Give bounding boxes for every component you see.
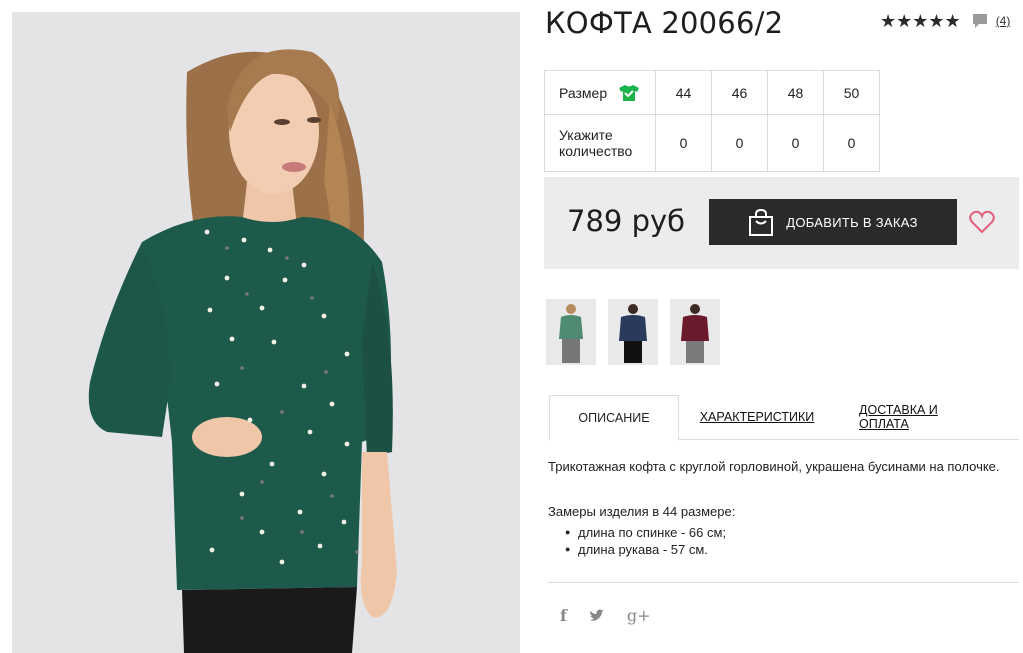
social-share: f g+	[560, 606, 651, 625]
color-thumbnails	[546, 299, 720, 365]
description-text: Трикотажная кофта с круглой горловиной, …	[548, 459, 1000, 474]
size-option[interactable]: 44	[655, 70, 712, 115]
measurements-list: длина по спинке - 66 см; длина рукава - …	[548, 524, 1018, 558]
thumbnail-green[interactable]	[546, 299, 596, 365]
tab-description[interactable]: ОПИСАНИЕ	[549, 395, 679, 441]
product-main-photo[interactable]	[12, 12, 520, 653]
size-option[interactable]: 48	[767, 70, 824, 115]
quantity-label-line-1: Укажите	[559, 127, 613, 143]
quantity-input[interactable]: 0	[655, 114, 712, 172]
measurement-item: длина по спинке - 66 см;	[565, 524, 1018, 541]
section-divider	[548, 582, 1019, 583]
price-bar: 789 руб ДОБАВИТЬ В ЗАКАЗ	[544, 177, 1019, 269]
quantity-label-line-2: количество	[559, 143, 633, 159]
thumbnail-navy[interactable]	[608, 299, 658, 365]
tab-characteristics[interactable]: ХАРАКТЕРИСТИКИ	[699, 395, 815, 439]
thumbnail-image	[619, 304, 647, 363]
size-row: Размер 44 46 48 50	[544, 70, 880, 115]
product-info-tabs: ОПИСАНИЕ ХАРАКТЕРИСТИКИ ДОСТАВКА И ОПЛАТ…	[549, 395, 1019, 441]
product-price: 789 руб	[567, 204, 686, 238]
size-label: Размер	[559, 84, 608, 101]
tab-delivery-payment[interactable]: ДОСТАВКА И ОПЛАТА	[859, 395, 985, 439]
thumbnail-image	[559, 304, 583, 363]
measurements-title: Замеры изделия в 44 размере:	[548, 504, 736, 519]
measurement-item: длина рукава - 57 см.	[565, 541, 1018, 558]
description-panel: Трикотажная кофта с круглой горловиной, …	[548, 458, 1018, 558]
facebook-icon[interactable]: f	[560, 606, 567, 625]
rating-stars[interactable]: ★★★★★	[880, 12, 961, 30]
product-title: КОФТА 20066/2	[545, 6, 784, 40]
heart-icon[interactable]	[968, 208, 996, 236]
thumbnail-burgundy[interactable]	[670, 299, 720, 365]
add-to-order-label: ДОБАВИТЬ В ЗАКАЗ	[786, 214, 918, 230]
quantity-row: Укажите количество 0 0 0 0	[544, 114, 880, 172]
rating-block[interactable]: ★★★★★ (4)	[880, 12, 1010, 30]
google-plus-icon[interactable]: g+	[627, 606, 651, 625]
model-photo-image	[12, 12, 520, 653]
shopping-bag-icon	[749, 208, 774, 236]
size-label-cell: Размер	[544, 70, 656, 115]
comment-icon[interactable]	[971, 12, 989, 30]
twitter-icon[interactable]	[589, 609, 605, 623]
quantity-input[interactable]: 0	[823, 114, 880, 172]
size-chart-tshirt-icon[interactable]	[619, 84, 640, 102]
size-option[interactable]: 46	[711, 70, 768, 115]
add-to-order-button[interactable]: ДОБАВИТЬ В ЗАКАЗ	[709, 199, 957, 245]
quantity-label-cell: Укажите количество	[544, 114, 656, 172]
thumbnail-image	[681, 304, 709, 363]
size-option[interactable]: 50	[823, 70, 880, 115]
quantity-input[interactable]: 0	[711, 114, 768, 172]
reviews-count-link[interactable]: (4)	[996, 14, 1011, 28]
quantity-input[interactable]: 0	[767, 114, 824, 172]
size-quantity-table: Размер 44 46 48 50 Укажите количество 0 …	[544, 70, 880, 172]
